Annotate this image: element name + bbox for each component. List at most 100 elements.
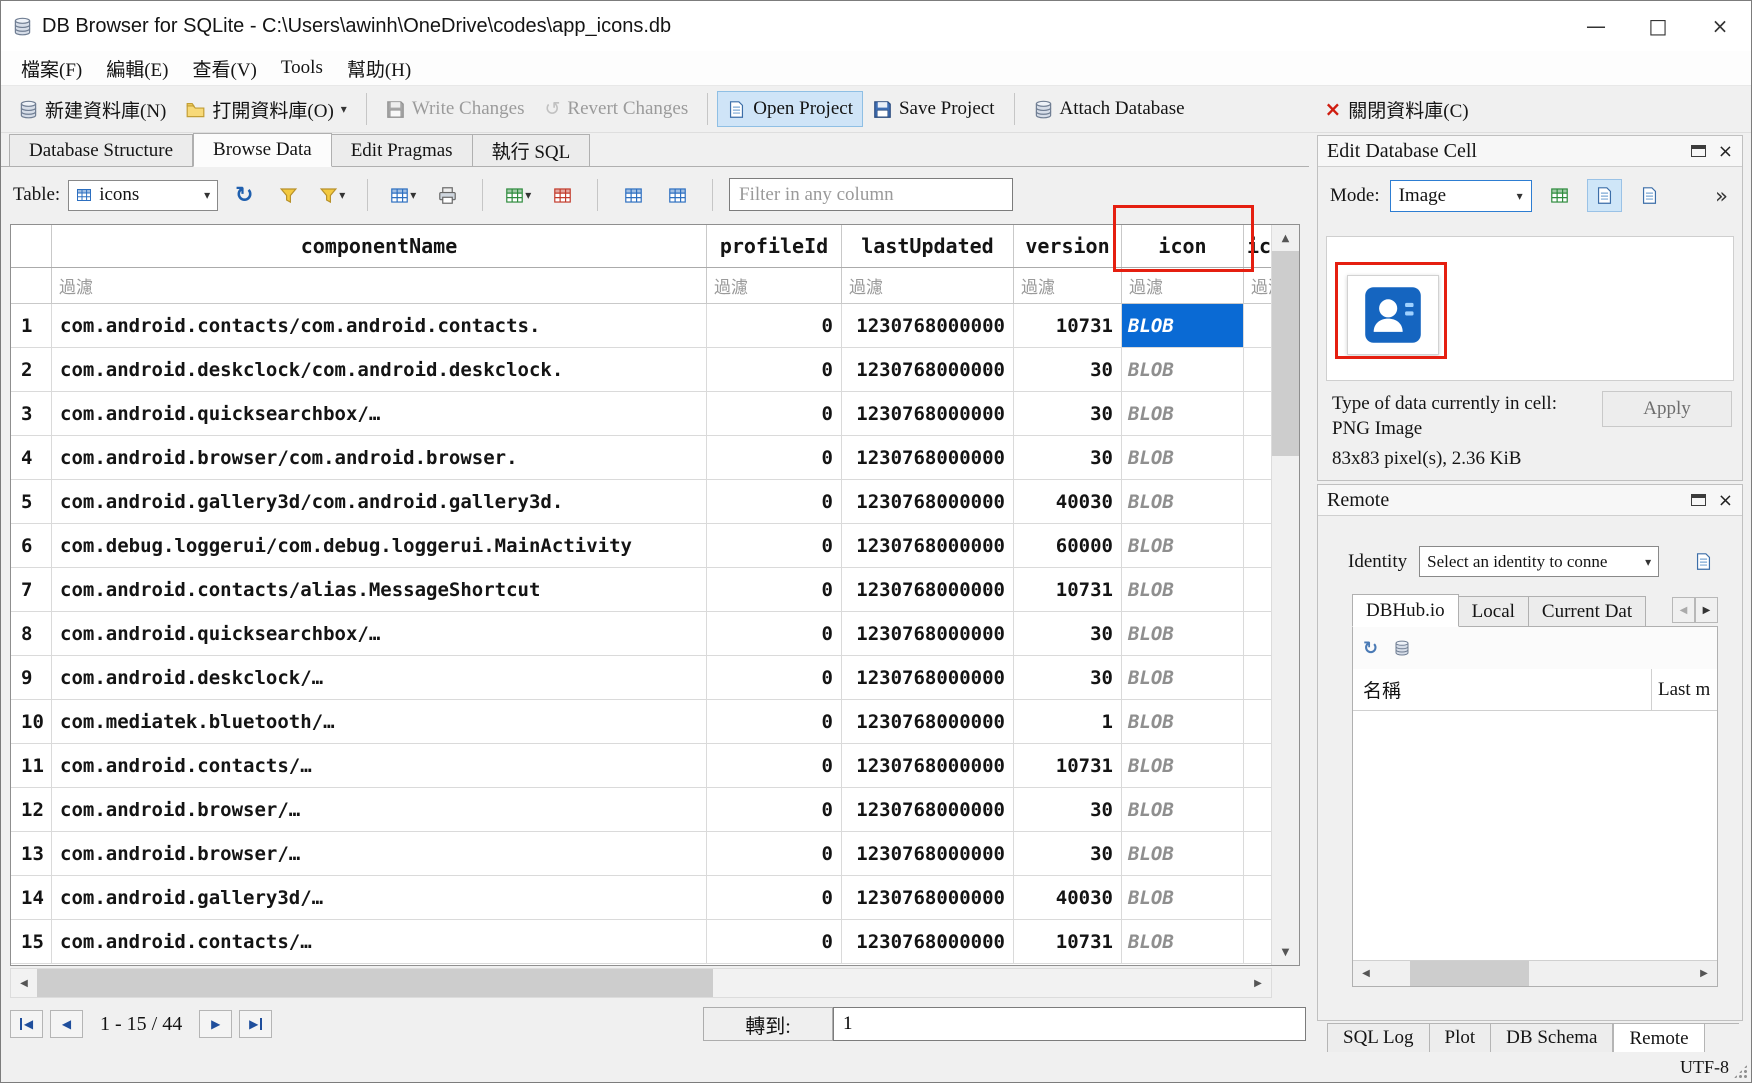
dock-tab-remote[interactable]: Remote	[1613, 1024, 1704, 1055]
cell-icon-blob[interactable]: BLOB	[1122, 524, 1244, 567]
refresh-table-button[interactable]: ↻	[226, 178, 262, 212]
cell-version[interactable]: 1	[1014, 700, 1122, 743]
table-row[interactable]: 11 com.android.contacts/… 0 123076800000…	[11, 744, 1271, 788]
cell-componentName[interactable]: com.android.browser/…	[52, 788, 707, 831]
last-page-button[interactable]: ▶	[239, 1010, 272, 1038]
cell-image-thumbnail[interactable]	[1347, 275, 1439, 355]
cell-componentName[interactable]: com.android.gallery3d/com.android.galler…	[52, 480, 707, 523]
table-row[interactable]: 15 com.android.contacts/… 0 123076800000…	[11, 920, 1271, 964]
cell-componentName[interactable]: com.android.deskclock/…	[52, 656, 707, 699]
row-number[interactable]: 11	[11, 744, 52, 787]
print-button[interactable]	[429, 178, 465, 212]
column-header-componentName[interactable]: componentName	[52, 225, 707, 267]
remote-scrollbar-track[interactable]	[1379, 961, 1691, 986]
scroll-down-arrow-icon[interactable]: ▼	[1272, 939, 1299, 965]
table-row[interactable]: 3 com.android.quicksearchbox/… 0 1230768…	[11, 392, 1271, 436]
cell-componentName[interactable]: com.android.contacts/com.android.contact…	[52, 304, 707, 347]
cell-lastUpdated[interactable]: 1230768000000	[842, 436, 1014, 479]
remote-scroll-left-icon[interactable]: ◀	[1353, 961, 1379, 986]
cell-version[interactable]: 30	[1014, 348, 1122, 391]
cell-version[interactable]: 30	[1014, 612, 1122, 655]
table-row[interactable]: 14 com.android.gallery3d/… 0 12307680000…	[11, 876, 1271, 920]
cell-lastUpdated[interactable]: 1230768000000	[842, 568, 1014, 611]
cell-version[interactable]: 60000	[1014, 524, 1122, 567]
cell-componentName[interactable]: com.android.contacts/…	[52, 744, 707, 787]
cell-version[interactable]: 10731	[1014, 744, 1122, 787]
cell-lastUpdated[interactable]: 1230768000000	[842, 480, 1014, 523]
cell-version[interactable]: 30	[1014, 656, 1122, 699]
table-row[interactable]: 12 com.android.browser/… 0 1230768000000…	[11, 788, 1271, 832]
cell-lastUpdated[interactable]: 1230768000000	[842, 304, 1014, 347]
cell-profileId[interactable]: 0	[707, 612, 842, 655]
cell-lastUpdated[interactable]: 1230768000000	[842, 744, 1014, 787]
filter-icon-column[interactable]: 過濾	[1122, 268, 1244, 303]
cell-profileId[interactable]: 0	[707, 788, 842, 831]
cell-icon-blob[interactable]: BLOB	[1122, 304, 1244, 347]
show-rowid-button[interactable]	[615, 178, 651, 212]
row-number[interactable]: 15	[11, 920, 52, 963]
row-number[interactable]: 4	[11, 436, 52, 479]
remote-tab-local[interactable]: Local	[1459, 596, 1529, 626]
remote-scrollbar-thumb[interactable]	[1410, 961, 1529, 986]
tab-edit-pragmas[interactable]: Edit Pragmas	[332, 134, 473, 166]
open-database-caret-icon[interactable]: ▾	[341, 102, 347, 116]
cell-lastUpdated[interactable]: 1230768000000	[842, 700, 1014, 743]
insert-record-button[interactable]: ▾	[385, 178, 421, 212]
remote-tab-current-database[interactable]: Current Dat	[1529, 596, 1646, 626]
cell-profileId[interactable]: 0	[707, 744, 842, 787]
column-header-profileId[interactable]: profileId	[707, 225, 842, 267]
cell-lastUpdated[interactable]: 1230768000000	[842, 876, 1014, 919]
cell-version[interactable]: 10731	[1014, 920, 1122, 963]
tab-browse-data[interactable]: Browse Data	[193, 133, 332, 167]
float-panel-icon[interactable]	[1691, 145, 1706, 157]
remote-name-column-header[interactable]: 名稱	[1363, 676, 1401, 703]
close-panel-icon[interactable]: ×	[1718, 141, 1733, 162]
cell-profileId[interactable]: 0	[707, 832, 842, 875]
row-number[interactable]: 14	[11, 876, 52, 919]
cell-lastUpdated[interactable]: 1230768000000	[842, 524, 1014, 567]
cell-icon-blob[interactable]: BLOB	[1122, 436, 1244, 479]
scroll-right-arrow-icon[interactable]: ▶	[1245, 969, 1271, 997]
cell-componentName[interactable]: com.android.browser/com.android.browser.	[52, 436, 707, 479]
import-data-button[interactable]	[1542, 179, 1577, 212]
cell-profileId[interactable]: 0	[707, 656, 842, 699]
cell-componentName[interactable]: com.debug.loggerui/com.debug.loggerui.Ma…	[52, 524, 707, 567]
tab-scroll-left-button[interactable]: ◀	[1672, 597, 1695, 623]
cell-icon-blob[interactable]: BLOB	[1122, 480, 1244, 523]
table-select[interactable]: icons ▾	[68, 180, 218, 211]
cell-icon-blob[interactable]: BLOB	[1122, 744, 1244, 787]
cell-icon-blob[interactable]: BLOB	[1122, 700, 1244, 743]
resize-grip[interactable]	[1733, 1064, 1748, 1079]
cell-version[interactable]: 30	[1014, 832, 1122, 875]
cell-version[interactable]: 40030	[1014, 876, 1122, 919]
cell-componentName[interactable]: com.android.contacts/…	[52, 920, 707, 963]
cell-lastUpdated[interactable]: 1230768000000	[842, 920, 1014, 963]
close-panel-icon[interactable]: ×	[1718, 490, 1733, 511]
cell-componentName[interactable]: com.mediatek.bluetooth/…	[52, 700, 707, 743]
remote-refresh-icon[interactable]: ↻	[1363, 638, 1378, 659]
cell-icon-blob[interactable]: BLOB	[1122, 920, 1244, 963]
cell-lastUpdated[interactable]: 1230768000000	[842, 612, 1014, 655]
menu-file[interactable]: 檔案(F)	[9, 52, 94, 85]
delete-record-button[interactable]	[544, 178, 580, 212]
float-panel-icon[interactable]	[1691, 494, 1706, 506]
cell-profileId[interactable]: 0	[707, 568, 842, 611]
menu-help[interactable]: 幫助(H)	[335, 52, 423, 85]
first-page-button[interactable]: ◀	[10, 1010, 43, 1038]
column-header-icon[interactable]: icon	[1122, 225, 1244, 267]
close-button[interactable]: ×	[1689, 1, 1751, 51]
cell-version[interactable]: 40030	[1014, 480, 1122, 523]
filter-overflow[interactable]: 過濾	[1244, 268, 1271, 303]
scroll-left-arrow-icon[interactable]: ◀	[11, 969, 37, 997]
new-record-button[interactable]: ▾	[500, 178, 536, 212]
row-number[interactable]: 3	[11, 392, 52, 435]
remote-horizontal-scrollbar[interactable]: ◀ ▶	[1353, 960, 1717, 986]
revert-changes-button[interactable]: ↺ Revert Changes	[535, 91, 699, 127]
cell-componentName[interactable]: com.android.quicksearchbox/…	[52, 612, 707, 655]
column-visibility-button[interactable]	[659, 178, 695, 212]
cell-icon-blob[interactable]: BLOB	[1122, 656, 1244, 699]
cell-componentName[interactable]: com.android.contacts/alias.MessageShortc…	[52, 568, 707, 611]
cell-lastUpdated[interactable]: 1230768000000	[842, 656, 1014, 699]
table-row[interactable]: 9 com.android.deskclock/… 0 123076800000…	[11, 656, 1271, 700]
menu-view[interactable]: 查看(V)	[181, 52, 269, 85]
